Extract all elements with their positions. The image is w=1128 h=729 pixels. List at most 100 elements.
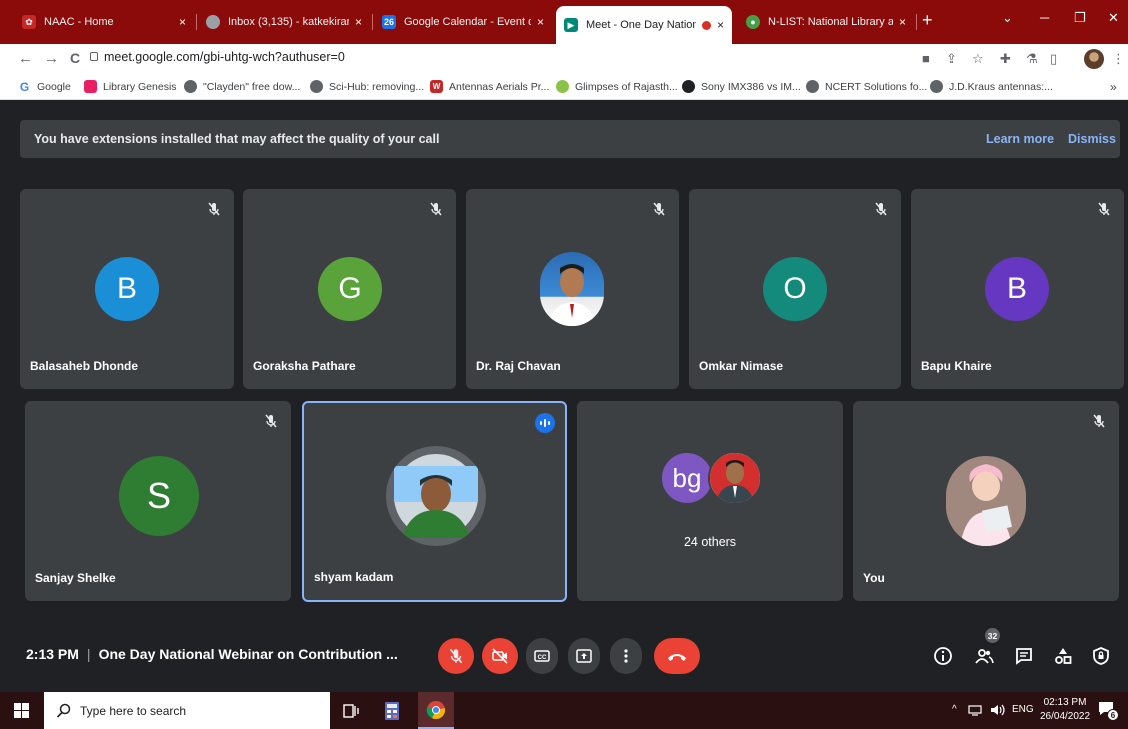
host-controls-icon[interactable]: [1091, 646, 1111, 666]
globe-icon: [930, 80, 943, 93]
windows-start-icon[interactable]: [14, 703, 29, 718]
close-icon[interactable]: ×: [717, 18, 724, 32]
self-tile[interactable]: You: [853, 401, 1119, 601]
avatar: [708, 451, 762, 505]
people-count-badge: 32: [985, 628, 1000, 643]
address-bar[interactable]: meet.google.com/gbi-uhtg-wch?authuser=0: [104, 50, 345, 64]
window-close-icon[interactable]: ✕: [1108, 10, 1119, 26]
tab-strip: ✿ NAAC - Home × Inbox (3,135) - katkekir…: [0, 0, 1128, 44]
leave-call-button[interactable]: [654, 638, 700, 674]
chat-icon[interactable]: [1014, 646, 1034, 666]
bookmark-clayden[interactable]: "Clayden" free dow...: [184, 80, 300, 93]
tray-overflow-button[interactable]: ^: [952, 704, 957, 715]
globe-icon: [806, 80, 819, 93]
participant-tile[interactable]: B Bapu Khaire: [911, 189, 1124, 389]
learn-more-link[interactable]: Learn more: [986, 132, 1054, 146]
bookmark-kraus[interactable]: J.D.Kraus antennas:...: [930, 80, 1053, 93]
tab-search-chevron-icon[interactable]: ⌄: [1002, 10, 1013, 26]
new-tab-button[interactable]: +: [922, 10, 933, 31]
bookmark-star-icon[interactable]: ☆: [972, 51, 984, 67]
volume-icon[interactable]: [990, 703, 1006, 717]
participant-name: shyam kadam: [314, 570, 394, 584]
bookmark-rajasthan[interactable]: Glimpses of Rajasth...: [556, 80, 678, 93]
calculator-icon[interactable]: [384, 701, 400, 721]
more-options-button[interactable]: [610, 638, 642, 674]
side-panel-icon[interactable]: ▯: [1050, 51, 1057, 67]
mic-off-icon: [875, 202, 887, 216]
close-icon[interactable]: ×: [899, 15, 906, 29]
tab-naac[interactable]: ✿ NAAC - Home ×: [14, 8, 194, 36]
menu-dots-icon[interactable]: ⋮: [1112, 51, 1125, 67]
present-screen-button[interactable]: [568, 638, 600, 674]
mic-off-icon: [430, 202, 442, 216]
mic-toggle-button[interactable]: [438, 638, 474, 674]
tab-calendar[interactable]: 26 Google Calendar - Event det ×: [374, 8, 552, 36]
bookmark-libgen[interactable]: Library Genesis: [84, 80, 177, 93]
language-indicator[interactable]: ENG: [1012, 704, 1034, 715]
others-tile[interactable]: bg 24 others: [577, 401, 843, 601]
dismiss-button[interactable]: Dismiss: [1068, 132, 1116, 146]
people-icon[interactable]: [974, 646, 994, 666]
lab-flask-icon[interactable]: ⚗: [1026, 51, 1038, 67]
bookmark-antennas[interactable]: W Antennas Aerials Pr...: [430, 80, 549, 93]
notifications-button[interactable]: 6: [1098, 701, 1119, 721]
clock-time: 02:13 PM: [1043, 697, 1087, 708]
bookmark-sony[interactable]: Sony IMX386 vs IM...: [682, 80, 801, 93]
mic-off-icon: [208, 202, 220, 216]
close-icon[interactable]: ×: [355, 15, 362, 29]
extensions-icon[interactable]: ✚: [1000, 51, 1011, 67]
profile-avatar[interactable]: [1084, 49, 1104, 69]
restore-icon[interactable]: ❐: [1074, 10, 1086, 26]
avatar: O: [763, 257, 827, 321]
reload-button[interactable]: C: [70, 50, 80, 66]
mic-off-icon: [653, 202, 665, 216]
hang-up-icon: [668, 654, 686, 661]
forward-button[interactable]: →: [44, 50, 59, 67]
close-icon[interactable]: ×: [537, 15, 544, 29]
taskbar-chrome-app[interactable]: [418, 692, 454, 729]
share-icon[interactable]: ⇪: [946, 51, 957, 67]
tab-inbox[interactable]: Inbox (3,135) - katkekiran@g ×: [198, 8, 370, 36]
windows-taskbar: Type here to search ^ ENG 02:13 PM 26/04…: [0, 692, 1128, 729]
bookmark-google[interactable]: G Google: [18, 80, 71, 94]
taskbar-search-box[interactable]: Type here to search: [44, 692, 330, 729]
camera-icon[interactable]: ■: [922, 51, 930, 66]
close-icon[interactable]: ×: [179, 15, 186, 29]
tab-meet[interactable]: ▶ Meet - One Day Nationa ×: [556, 6, 732, 44]
svg-text:CC: CC: [538, 655, 547, 661]
bookmarks-overflow-button[interactable]: »: [1110, 80, 1117, 94]
task-view-icon[interactable]: [342, 702, 360, 720]
participant-tile-active-speaker[interactable]: shyam kadam: [302, 401, 567, 602]
camera-toggle-button[interactable]: [482, 638, 518, 674]
meeting-info: 2:13 PM | One Day National Webinar on Cont…: [26, 646, 398, 662]
back-button[interactable]: ←: [18, 50, 33, 67]
taskbar-clock[interactable]: 02:13 PM 26/04/2022: [1040, 696, 1090, 724]
gmail-icon: [206, 15, 220, 29]
bookmark-scihub[interactable]: Sci-Hub: removing...: [310, 80, 424, 93]
globe-icon: [184, 80, 197, 93]
tab-nlist[interactable]: ● N-LIST: National Library and ×: [738, 8, 914, 36]
chrome-icon: [426, 701, 446, 720]
avatar: [946, 456, 1026, 546]
captions-button[interactable]: CC: [526, 638, 558, 674]
more-vert-icon: [624, 649, 628, 663]
minimize-icon[interactable]: ─: [1040, 10, 1049, 25]
participant-tile[interactable]: O Omkar Nimase: [689, 189, 901, 389]
network-icon[interactable]: [968, 704, 982, 716]
avatar: S: [119, 456, 199, 536]
info-icon[interactable]: [933, 646, 953, 666]
participant-tile[interactable]: B Balasaheb Dhonde: [20, 189, 234, 389]
participant-tile[interactable]: G Goraksha Pathare: [243, 189, 456, 389]
participant-name: Dr. Raj Chavan: [476, 359, 561, 373]
participant-name: Omkar Nimase: [699, 359, 784, 373]
meeting-separator: |: [86, 646, 91, 662]
participant-tile[interactable]: Dr. Raj Chavan: [466, 189, 679, 389]
participant-tile[interactable]: S Sanjay Shelke: [25, 401, 291, 601]
search-icon: [56, 703, 71, 718]
lock-icon[interactable]: [90, 52, 98, 61]
avatar: [386, 446, 486, 546]
banner-message: You have extensions installed that may a…: [34, 132, 440, 146]
activities-icon[interactable]: [1053, 646, 1073, 666]
bookmark-ncert[interactable]: NCERT Solutions fo...: [806, 80, 927, 93]
search-input[interactable]: Type here to search: [80, 704, 186, 718]
